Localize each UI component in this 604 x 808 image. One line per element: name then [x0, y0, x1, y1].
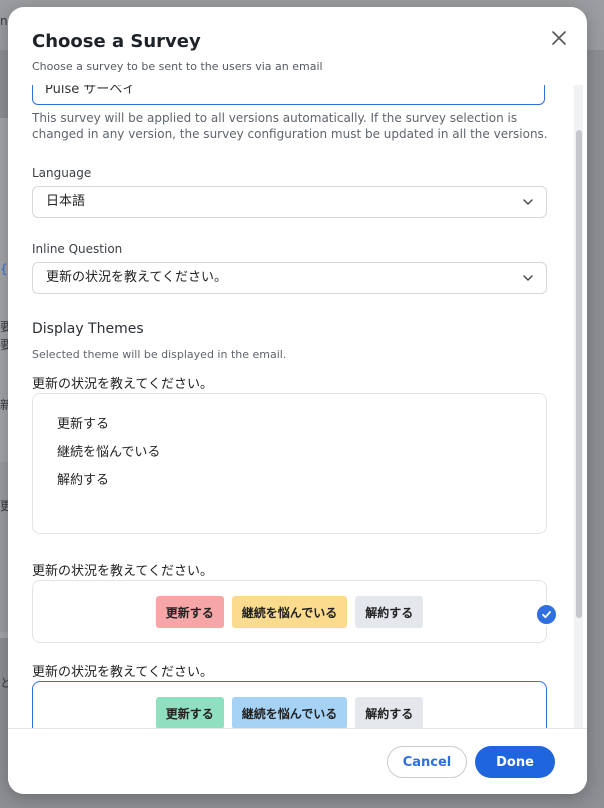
modal-title: Choose a Survey: [32, 31, 201, 52]
chip-option: 更新する: [155, 596, 224, 628]
inline-question-value: 更新の状況を教えてください。: [46, 270, 227, 285]
inline-question-label: Inline Question: [32, 242, 123, 256]
list-option: 解約する: [57, 473, 110, 488]
theme-question: 更新の状況を教えてください。: [32, 564, 213, 579]
scrollbar-thumb[interactable]: [576, 130, 582, 618]
modal-subtitle: Choose a survey to be sent to the users …: [32, 60, 323, 73]
theme-card-list[interactable]: 更新する 継続を悩んでいる 解約する: [32, 393, 547, 534]
chip-option: 更新する: [155, 697, 224, 728]
inline-question-select[interactable]: 更新の状況を教えてください。: [32, 262, 547, 294]
modal-body[interactable]: Pulse サーベイ This survey will be applied t…: [8, 85, 587, 728]
language-value: 日本語: [46, 194, 86, 209]
chevron-down-icon: [523, 199, 533, 205]
theme-question: 更新の状況を教えてください。: [32, 665, 213, 680]
chevron-down-icon: [523, 275, 533, 281]
chip-row: 更新する 継続を悩んでいる 解約する: [33, 697, 546, 728]
display-themes-description: Selected theme will be displayed in the …: [32, 348, 287, 361]
close-button[interactable]: [548, 27, 570, 49]
language-label: Language: [32, 166, 92, 180]
theme-question: 更新の状況を教えてください。: [32, 377, 213, 392]
done-button[interactable]: Done: [475, 746, 555, 778]
cancel-button[interactable]: Cancel: [387, 746, 467, 778]
chip-option: 解約する: [355, 596, 424, 628]
background-text: {: [0, 262, 8, 276]
chip-row: 更新する 継続を悩んでいる 解約する: [33, 596, 546, 628]
chip-option: 継続を悩んでいる: [231, 596, 348, 628]
selected-theme-badge: [535, 603, 558, 626]
theme-card-warm-chips[interactable]: 更新する 継続を悩んでいる 解約する: [32, 580, 547, 643]
chip-option: 継続を悩んでいる: [231, 697, 348, 728]
close-icon: [552, 31, 566, 45]
language-select[interactable]: 日本語: [32, 186, 547, 218]
modal-footer: Cancel Done: [8, 728, 587, 794]
display-themes-title: Display Themes: [32, 321, 144, 337]
survey-helper-text: This survey will be applied to all versi…: [32, 111, 548, 141]
survey-select[interactable]: Pulse サーベイ: [32, 85, 545, 105]
chip-option: 解約する: [355, 697, 424, 728]
list-option: 更新する: [57, 417, 110, 432]
checkmark-icon: [542, 611, 551, 619]
choose-survey-modal: Choose a Survey Choose a survey to be se…: [8, 7, 587, 794]
theme-card-cool-chips[interactable]: 更新する 継続を悩んでいる 解約する: [32, 681, 547, 728]
list-option: 継続を悩んでいる: [57, 445, 161, 460]
